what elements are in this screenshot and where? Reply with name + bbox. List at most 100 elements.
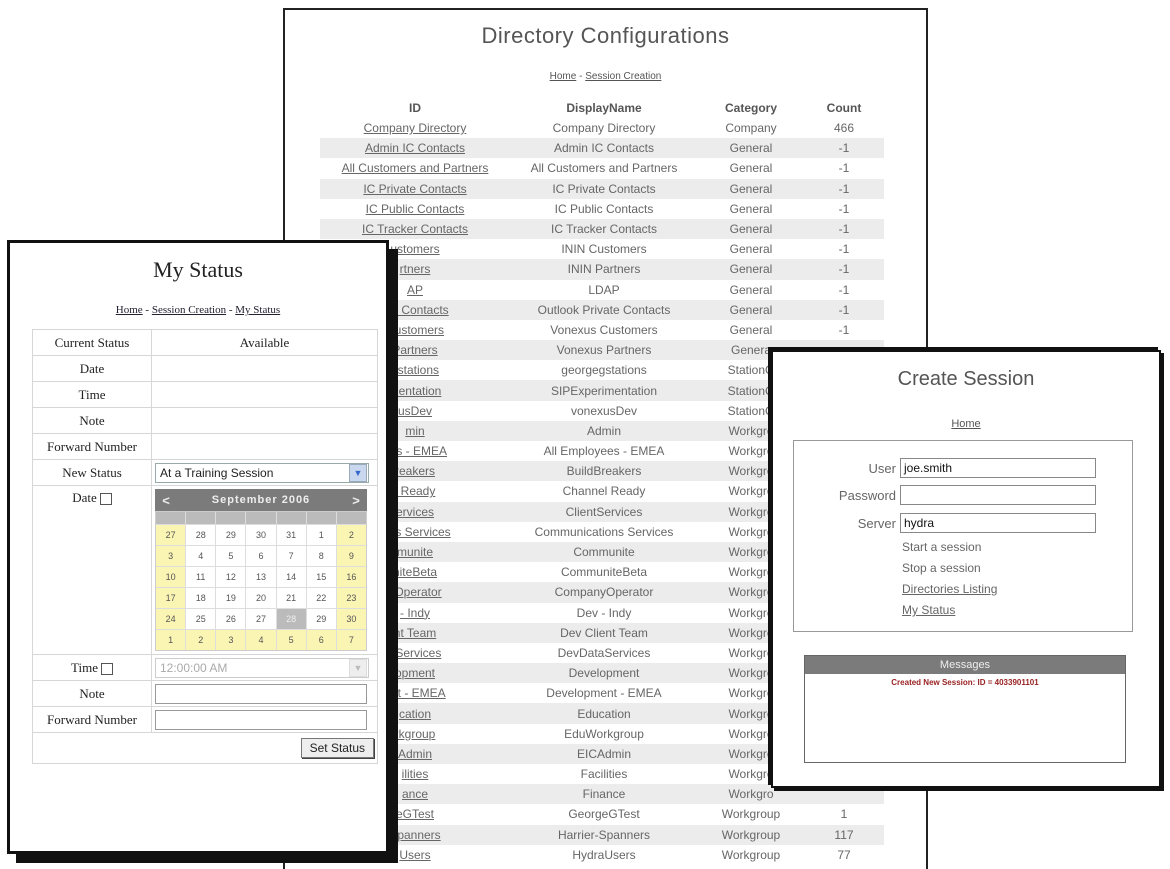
calendar-day[interactable]: 6	[246, 546, 276, 566]
directory-id-link[interactable]: IC Private Contacts	[363, 182, 466, 196]
directory-id-link[interactable]: - Indy	[400, 606, 430, 620]
calendar-day[interactable]: 3	[156, 546, 186, 566]
calendar-day[interactable]: 28	[276, 609, 306, 629]
calendar-day[interactable]: 27	[246, 609, 276, 629]
chevron-down-icon[interactable]: ▼	[349, 463, 367, 482]
crumb-home-link[interactable]: Home	[550, 71, 577, 82]
directory-id-link[interactable]: usDev	[398, 404, 432, 418]
directory-id-link[interactable]: Customers	[386, 323, 444, 337]
start-session-link[interactable]: Start a session	[902, 540, 981, 554]
directory-id-link[interactable]: Partners	[392, 343, 437, 357]
directory-id-link[interactable]: opment	[395, 666, 435, 680]
directory-id-link[interactable]: aServices	[389, 646, 442, 660]
directory-id-link[interactable]: rkgroup	[395, 727, 436, 741]
directory-id-link[interactable]: IC Tracker Contacts	[362, 222, 468, 236]
calendar-day[interactable]: 3	[216, 630, 246, 650]
calendar-day[interactable]: 23	[336, 588, 366, 608]
calendar-day[interactable]: 2	[336, 525, 366, 545]
directory-id-link[interactable]: ate Contacts	[381, 303, 448, 317]
session-home-link[interactable]: Home	[951, 418, 980, 430]
calendar-day[interactable]: 11	[186, 567, 216, 587]
directory-id-link[interactable]: cation	[399, 707, 431, 721]
calendar-day[interactable]: 31	[276, 525, 306, 545]
directory-id-link[interactable]: nt Team	[394, 626, 436, 640]
date-checkbox[interactable]	[99, 493, 112, 506]
crumb-session-creation-link[interactable]: Session Creation	[585, 71, 661, 82]
directory-id-link[interactable]: ilities	[402, 767, 429, 781]
calendar-day[interactable]: 7	[336, 630, 366, 650]
calendar-next-button[interactable]: >	[345, 493, 367, 508]
directory-id-link[interactable]: ees - EMEA	[383, 444, 447, 458]
directory-id-link[interactable]: eGTest	[396, 807, 434, 821]
new-status-select[interactable]: At a Training Session ▼	[155, 462, 369, 483]
my-status-link[interactable]: My Status	[902, 603, 955, 617]
directory-id-link[interactable]: Spanners	[389, 828, 440, 842]
calendar-day[interactable]: 25	[186, 609, 216, 629]
calendar-day[interactable]: 19	[216, 588, 246, 608]
calendar-prev-button[interactable]: <	[155, 493, 177, 508]
calendar-day[interactable]: 6	[306, 630, 336, 650]
directory-id-link[interactable]: munite	[397, 545, 433, 559]
directory-id-link[interactable]: All Customers and Partners	[342, 161, 489, 175]
calendar-day[interactable]: 30	[336, 609, 366, 629]
directory-id-link[interactable]: min	[405, 424, 424, 438]
directory-id-link[interactable]: vOperator	[388, 585, 441, 599]
status-crumb-session-link[interactable]: Session Creation	[152, 304, 226, 316]
directory-id-link[interactable]: AP	[407, 283, 423, 297]
calendar-day[interactable]: 1	[156, 630, 186, 650]
calendar-day[interactable]: 4	[246, 630, 276, 650]
calendar-day[interactable]: 15	[306, 567, 336, 587]
calendar-day[interactable]: 5	[276, 630, 306, 650]
directory-id-link[interactable]: rtners	[400, 262, 431, 276]
calendar-day[interactable]: 16	[336, 567, 366, 587]
directory-id-link[interactable]: IC Public Contacts	[366, 202, 465, 216]
directory-id-link[interactable]: Users	[399, 848, 430, 862]
set-status-button[interactable]: Set Status	[300, 738, 374, 758]
calendar-day[interactable]: 9	[336, 546, 366, 566]
directory-id-link[interactable]: Admin IC Contacts	[365, 141, 465, 155]
directory-id-link[interactable]: reakers	[395, 464, 435, 478]
calendar-day[interactable]: 30	[246, 525, 276, 545]
directory-id-link[interactable]: Company Directory	[364, 121, 467, 135]
directory-id-link[interactable]: gstations	[391, 363, 439, 377]
directory-id-link[interactable]: niteBeta	[393, 565, 437, 579]
stop-session-link[interactable]: Stop a session	[902, 561, 981, 575]
calendar-day[interactable]: 27	[156, 525, 186, 545]
calendar-day[interactable]: 4	[186, 546, 216, 566]
directory-id-link[interactable]: ions Services	[379, 525, 450, 539]
calendar-day[interactable]: 7	[276, 546, 306, 566]
directory-id-link[interactable]: ent - EMEA	[384, 686, 445, 700]
time-checkbox[interactable]	[100, 662, 113, 675]
user-input[interactable]: joe.smith	[900, 458, 1096, 478]
calendar-day[interactable]: 18	[186, 588, 216, 608]
calendar-day[interactable]: 28	[186, 525, 216, 545]
calendar-day[interactable]: 26	[216, 609, 246, 629]
calendar-day[interactable]: 13	[246, 567, 276, 587]
server-input[interactable]: hydra	[900, 513, 1096, 533]
calendar-day[interactable]: 20	[246, 588, 276, 608]
calendar-day[interactable]: 17	[156, 588, 186, 608]
calendar-day[interactable]: 21	[276, 588, 306, 608]
calendar-day[interactable]: 24	[156, 609, 186, 629]
calendar-day[interactable]: 29	[306, 609, 336, 629]
directory-id-link[interactable]: l Ready	[395, 484, 436, 498]
directory-id-link[interactable]: mentation	[389, 384, 442, 398]
directory-id-link[interactable]: Admin	[398, 747, 432, 761]
directory-id-link[interactable]: ustomers	[390, 242, 439, 256]
calendar-day[interactable]: 10	[156, 567, 186, 587]
time-select[interactable]: 12:00:00 AM ▼	[155, 657, 369, 678]
status-crumb-home-link[interactable]: Home	[116, 304, 143, 316]
directory-id-link[interactable]: ervices	[396, 505, 434, 519]
calendar-day[interactable]: 2	[186, 630, 216, 650]
status-crumb-mystatus-link[interactable]: My Status	[235, 304, 280, 316]
calendar-day[interactable]: 14	[276, 567, 306, 587]
calendar-day[interactable]: 8	[306, 546, 336, 566]
calendar-day[interactable]: 12	[216, 567, 246, 587]
calendar-day[interactable]: 5	[216, 546, 246, 566]
calendar-day[interactable]: 22	[306, 588, 336, 608]
directory-id-link[interactable]: ance	[402, 787, 428, 801]
chevron-down-icon[interactable]: ▼	[349, 658, 367, 677]
calendar-day[interactable]: 1	[306, 525, 336, 545]
calendar-day[interactable]: 29	[216, 525, 246, 545]
directories-listing-link[interactable]: Directories Listing	[902, 582, 997, 596]
